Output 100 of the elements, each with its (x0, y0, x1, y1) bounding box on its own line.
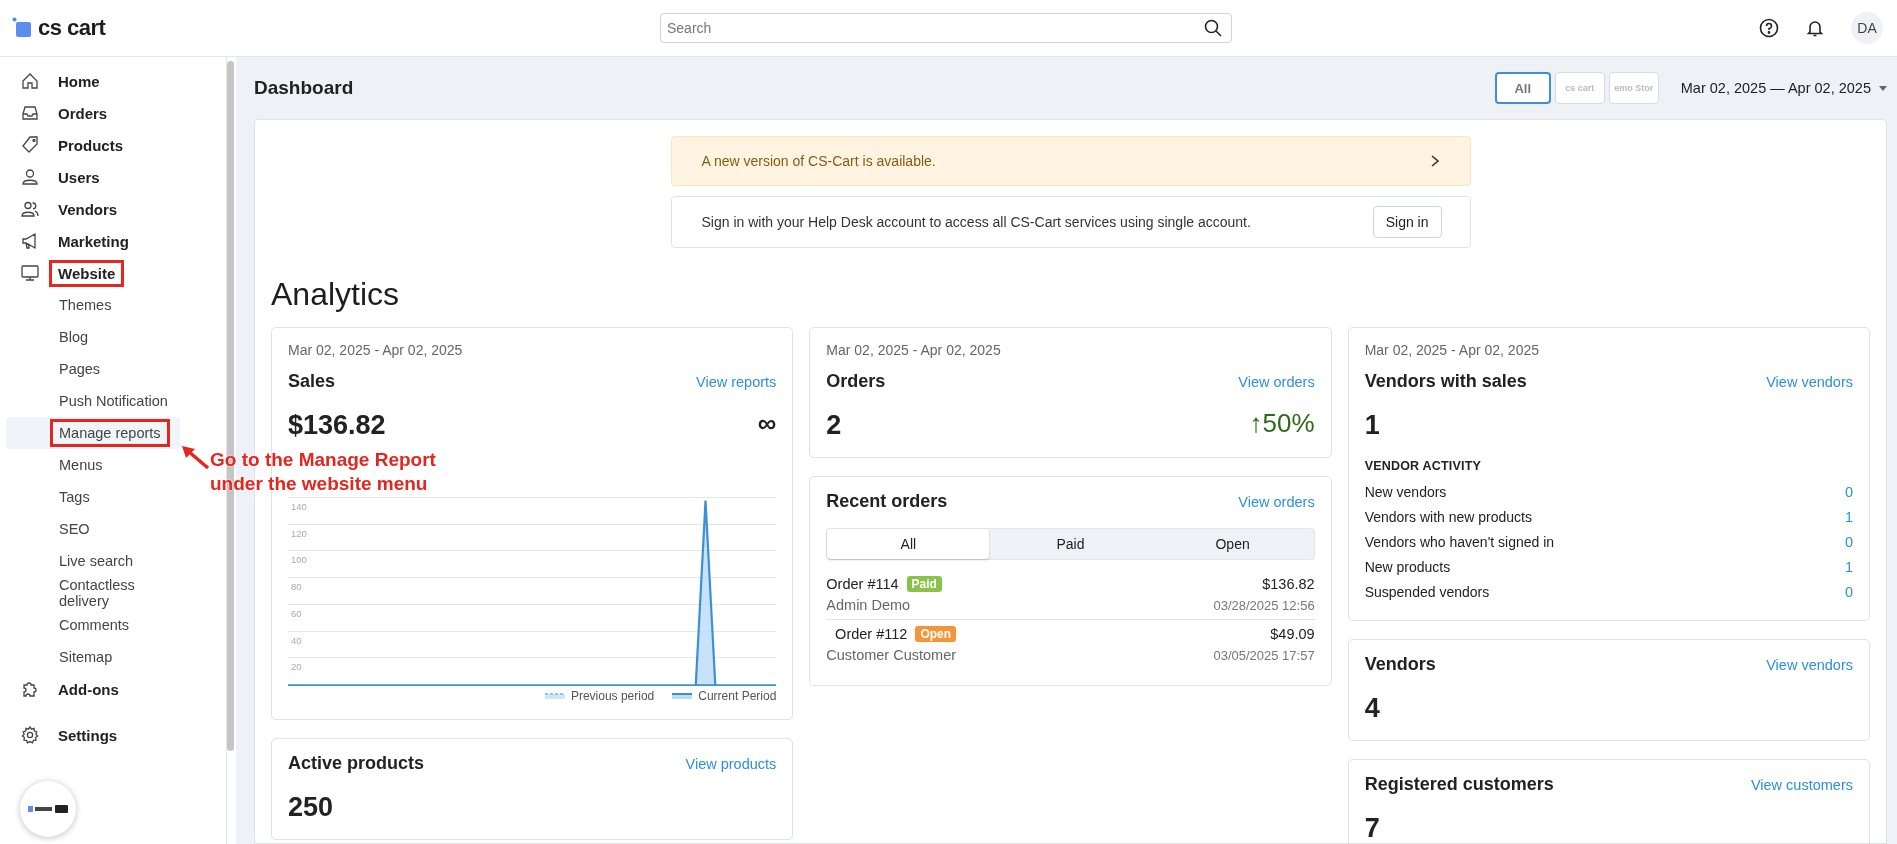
order-total: $49.09 (1269, 626, 1315, 642)
submenu-label: Tags (58, 488, 91, 507)
submenu-label: Pages (58, 360, 102, 379)
view-link[interactable]: View orders (1238, 373, 1315, 390)
axis-tick-label: 40 (291, 634, 302, 646)
submenu-label: SEO (58, 520, 91, 539)
submenu-label: Comments (58, 616, 131, 635)
order-filter-tab[interactable]: All (827, 529, 990, 559)
view-link[interactable]: View reports (696, 373, 777, 390)
date-range-picker[interactable]: Mar 02, 2025 — Apr 02, 2025 (1680, 80, 1887, 96)
order-filter-tab[interactable]: Open (1151, 529, 1314, 559)
sidebar-item[interactable]: Settings (49, 721, 127, 749)
stat-value: 1 (1364, 410, 1381, 441)
legend-label: Current Period (698, 689, 777, 703)
submenu-item[interactable]: Blog (6, 321, 180, 353)
order-link[interactable]: Order #112 (835, 626, 908, 642)
dashed-line-legend-icon (544, 693, 565, 699)
settings-icon (20, 725, 40, 745)
user-avatar[interactable]: DA (1851, 12, 1883, 44)
view-link[interactable]: View orders (1238, 493, 1315, 510)
submenu-item[interactable]: Sitemap (6, 641, 180, 673)
bell-icon[interactable] (1805, 18, 1825, 38)
help-icon[interactable] (1759, 18, 1779, 38)
submenu-item[interactable]: SEO (6, 513, 180, 545)
order-total: $136.82 (1261, 576, 1315, 592)
card-title: Orders (826, 371, 886, 392)
axis-tick-label: 60 (291, 607, 302, 619)
activity-count-link[interactable]: 0 (1844, 483, 1853, 500)
caret-icon (1879, 85, 1887, 91)
submenu-item[interactable]: Live search (6, 545, 180, 577)
order-filter-tab[interactable]: Paid (989, 529, 1152, 559)
activity-count-link[interactable]: 0 (1844, 583, 1853, 600)
view-link[interactable]: View vendors (1766, 373, 1853, 390)
submenu-item[interactable]: Pages (6, 353, 180, 385)
sidebar-item[interactable]: Home (49, 67, 109, 95)
submenu-label: Themes (58, 296, 113, 315)
card-title: Sales (288, 371, 336, 392)
axis-tick-label: 140 (291, 501, 307, 512)
search-icon (1204, 19, 1222, 37)
sidebar-item[interactable]: Website (49, 259, 125, 287)
submenu-label: Blog (58, 328, 90, 347)
submenu-item[interactable]: Tags (6, 481, 180, 513)
update-notice[interactable]: A new version of CS-Cart is available. (670, 136, 1471, 186)
stat-value: 2 (826, 410, 842, 441)
card-title: Recent orders (826, 491, 948, 512)
order-date: 03/28/2025 12:56 (1213, 598, 1315, 613)
submenu-label: Push Notification (58, 392, 169, 411)
store-filter-tab[interactable]: All (1494, 72, 1551, 104)
activity-label: New vendors (1364, 483, 1447, 500)
notice-text: Sign in with your Help Desk account to access all CS-Cart services using single account. (701, 214, 1251, 230)
submenu-item[interactable]: Contactless delivery (6, 577, 180, 609)
stat-value: 4 (1364, 693, 1381, 724)
section-label: VENDOR ACTIVITY (1364, 459, 1483, 473)
activity-count-link[interactable]: 1 (1844, 558, 1853, 575)
card-title: Vendors (1364, 654, 1436, 675)
view-link[interactable]: View customers (1750, 776, 1853, 793)
submenu-item[interactable]: Push Notification (6, 385, 180, 417)
submenu-label: Contactless delivery (58, 576, 136, 611)
activity-label: Suspended vendors (1364, 583, 1490, 600)
view-link[interactable]: View products (685, 755, 777, 772)
annotation-arrow (182, 446, 210, 470)
users-icon (20, 199, 40, 219)
submenu-item[interactable]: Comments (6, 609, 180, 641)
notice-text: A new version of CS-Cart is available. (701, 153, 936, 169)
activity-label: Vendors with new products (1364, 508, 1532, 525)
submenu-label: Sitemap (58, 648, 114, 667)
search-field[interactable]: Search (660, 13, 1232, 43)
date-range-text: Mar 02, 2025 - Apr 02, 2025 (1364, 342, 1540, 358)
sidebar-item[interactable]: Users (49, 163, 109, 191)
customer-name: Admin Demo (826, 597, 912, 613)
activity-count-link[interactable]: 0 (1844, 533, 1853, 550)
submenu-item[interactable]: Menus (6, 449, 180, 481)
puzzle-icon (20, 679, 40, 699)
store-badge-button[interactable] (20, 781, 76, 837)
home-icon (20, 71, 40, 91)
submenu-item[interactable]: Manage reports (6, 417, 180, 449)
sidebar-item[interactable]: Products (49, 131, 132, 159)
activity-count-link[interactable]: 1 (1844, 508, 1853, 525)
monitor-icon (20, 263, 40, 283)
change-value: ↑50% (1249, 408, 1315, 439)
chevron-right-icon (1429, 154, 1440, 168)
sign-in-button[interactable]: Sign in (1372, 206, 1442, 238)
sidebar-item[interactable]: Orders (49, 99, 117, 127)
sidebar-item[interactable]: Marketing (49, 227, 138, 255)
submenu-item[interactable]: Themes (6, 289, 180, 321)
card-title: Registered customers (1364, 774, 1554, 795)
status-badge: Paid (906, 576, 942, 592)
page-title: Dashboard (254, 77, 354, 99)
section-title: Analytics (271, 276, 401, 313)
order-link[interactable]: Order #114 (826, 576, 899, 592)
sidebar-item[interactable]: Add-ons (49, 675, 128, 703)
axis-tick-label: 120 (291, 527, 307, 539)
stat-value: $136.82 (288, 410, 386, 441)
card-title: Active products (288, 753, 425, 774)
activity-label: Vendors who haven't signed in (1364, 533, 1555, 550)
sidebar-item[interactable]: Vendors (49, 195, 127, 223)
submenu-label: Live search (58, 552, 135, 571)
logo-icon (28, 804, 68, 814)
view-link[interactable]: View vendors (1766, 656, 1853, 673)
card-title: Vendors with sales (1364, 371, 1527, 392)
